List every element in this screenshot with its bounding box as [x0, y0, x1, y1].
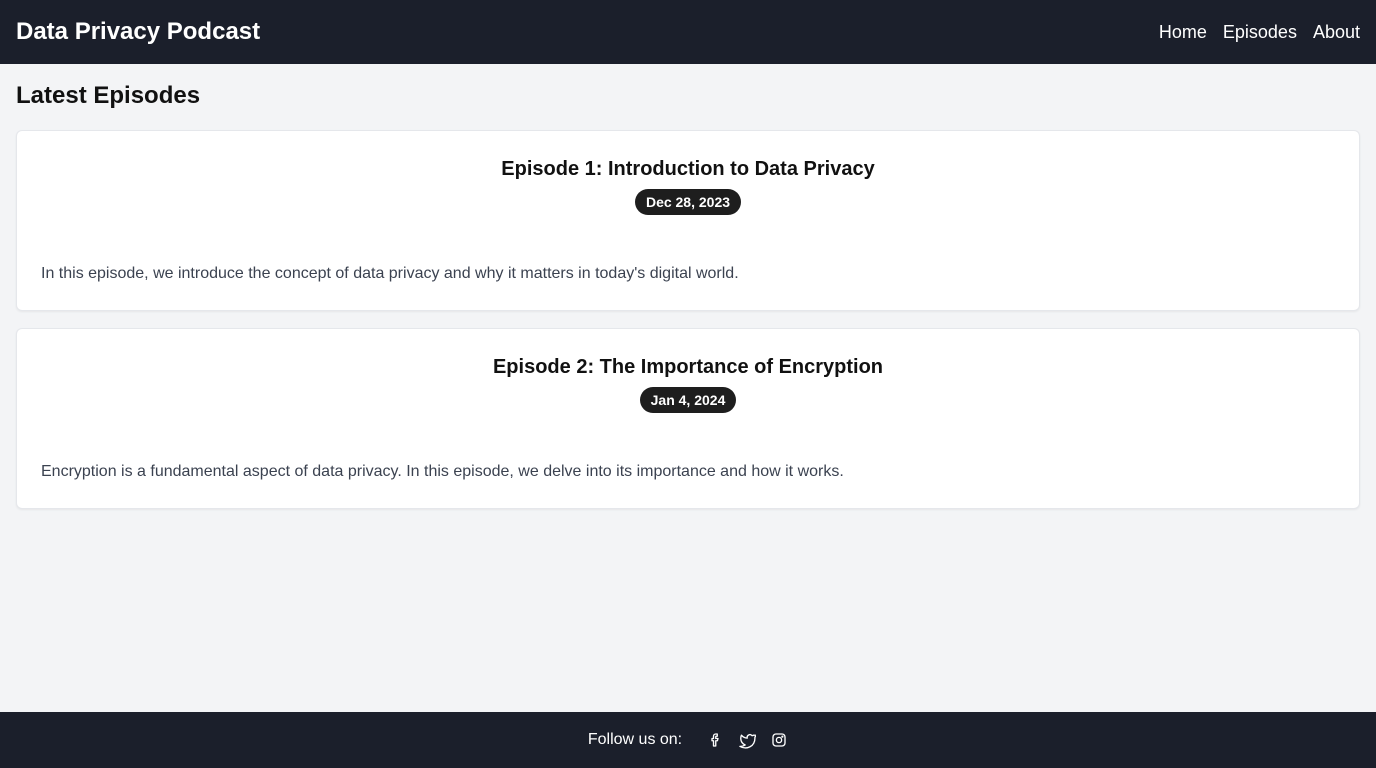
episode-date-badge: Dec 28, 2023 [634, 189, 742, 215]
page-title: Latest Episodes [16, 82, 201, 109]
site-title[interactable]: Data Privacy Podcast [16, 18, 260, 46]
nav-about-link[interactable]: About [1313, 22, 1360, 43]
episode-card[interactable]: Episode 1: Introduction to Data Privacy … [16, 130, 1360, 311]
episode-header: Episode 1: Introduction to Data Privacy … [41, 157, 1335, 215]
footer: Follow us on: [0, 712, 1376, 768]
episode-title[interactable]: Episode 1: Introduction to Data Privacy [41, 157, 1335, 181]
episode-description: In this episode, we introduce the concep… [41, 265, 739, 282]
episode-header: Episode 2: The Importance of Encryption … [41, 355, 1335, 413]
top-navbar: Data Privacy Podcast Home Episodes About [0, 0, 1376, 64]
instagram-icon[interactable] [770, 731, 788, 749]
episode-description: Encryption is a fundamental aspect of da… [41, 463, 844, 480]
twitter-icon[interactable] [738, 731, 757, 749]
main-nav: Home Episodes About [1159, 22, 1360, 43]
main-content: Latest Episodes Episode 1: Introduction … [0, 64, 1376, 509]
episode-date-badge: Jan 4, 2024 [639, 387, 737, 413]
facebook-icon[interactable] [706, 731, 724, 749]
follow-label: Follow us on: [587, 731, 683, 748]
episode-card[interactable]: Episode 2: The Importance of Encryption … [16, 328, 1360, 509]
episode-title[interactable]: Episode 2: The Importance of Encryption [41, 355, 1335, 379]
nav-episodes-link[interactable]: Episodes [1223, 22, 1297, 43]
nav-home-link[interactable]: Home [1159, 22, 1207, 43]
